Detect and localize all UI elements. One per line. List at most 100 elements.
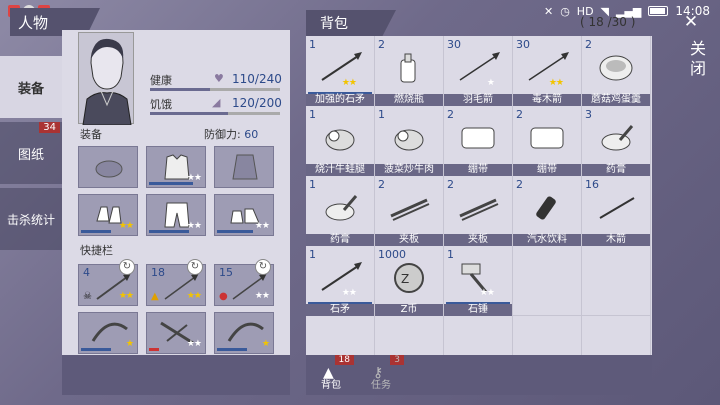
inventory-item[interactable]: 30 ★ 羽毛箭 bbox=[444, 36, 513, 106]
bag-title: 背包 bbox=[306, 10, 396, 36]
rarity-stars: ★★ bbox=[118, 291, 134, 301]
quickbar-slot-5[interactable]: ★★ bbox=[146, 312, 206, 354]
molotov-icon bbox=[400, 53, 416, 83]
rarity-stars: ★★ bbox=[254, 221, 270, 231]
character-panel-footer bbox=[62, 355, 290, 395]
tab-kill-stats[interactable]: 击杀统计 bbox=[0, 188, 62, 250]
rarity-stars: ★★ bbox=[341, 288, 357, 298]
quickbar-slot-3[interactable]: 15 ↻ ● ★★ bbox=[214, 259, 274, 306]
item-name: 药膏 bbox=[582, 164, 650, 176]
item-name: 蘑菇鸡蛋羹 bbox=[582, 94, 650, 106]
item-name: 夹板 bbox=[375, 234, 443, 246]
health-label: 健康 bbox=[150, 74, 172, 87]
inventory-item[interactable]: 1 烧汁牛蛙腿 bbox=[306, 106, 375, 176]
splint-icon bbox=[390, 198, 430, 221]
poison-icon: ● bbox=[219, 291, 228, 302]
inventory-item[interactable]: 2 绷带 bbox=[513, 106, 582, 176]
rarity-stars: ★★ bbox=[254, 291, 270, 301]
item-name: 药膏 bbox=[306, 234, 374, 246]
rarity-stars: ★★ bbox=[186, 221, 202, 231]
item-count: 2 bbox=[516, 178, 523, 191]
item-count: 1 bbox=[309, 108, 316, 121]
item-count: 1 bbox=[309, 178, 316, 191]
inventory-slot-empty[interactable] bbox=[582, 246, 651, 316]
item-count: 3 bbox=[585, 108, 592, 121]
quickbar-slot-4[interactable]: ★ bbox=[78, 312, 138, 354]
item-count: 2 bbox=[447, 108, 454, 121]
inventory-item[interactable]: 30 ★★ 毒木箭 bbox=[513, 36, 582, 106]
quickbar-slot-1[interactable]: 4 ↻ ☠ ★★ bbox=[78, 259, 138, 306]
inventory-item[interactable]: 2 汽水饮料 bbox=[513, 176, 582, 246]
inventory-item[interactable]: 1 ★★ 石矛 bbox=[306, 246, 375, 316]
item-name: 羽毛箭 bbox=[444, 94, 512, 106]
item-count: 1 bbox=[447, 248, 454, 261]
inventory-item[interactable]: 1 药膏 bbox=[306, 176, 375, 246]
item-name: 绷带 bbox=[444, 164, 512, 176]
defense-label: 防御力: 60 bbox=[204, 128, 259, 141]
inventory-item[interactable]: 1 菠菜炒牛肉 bbox=[375, 106, 444, 176]
skull-icon: ☠ bbox=[83, 291, 92, 302]
hunger-icon: ◢ bbox=[212, 96, 221, 109]
health-value: 110/240 bbox=[232, 72, 282, 86]
item-name: 燃烧瓶 bbox=[375, 94, 443, 106]
rarity-stars: ★★ bbox=[118, 221, 134, 231]
item-name: Z币 bbox=[375, 304, 443, 316]
quickbar-slot-6[interactable]: ★ bbox=[214, 312, 274, 354]
equip-slot-boots[interactable]: ★★ bbox=[214, 194, 274, 236]
inventory-item[interactable]: 2 蘑菇鸡蛋羹 bbox=[582, 36, 651, 106]
swap-icon[interactable]: ↻ bbox=[255, 259, 271, 275]
item-name: 加强的石矛 bbox=[306, 94, 374, 106]
inventory-item[interactable]: 16 木箭 bbox=[582, 176, 651, 246]
item-count: 2 bbox=[585, 38, 592, 51]
inventory-item[interactable]: 2 夹板 bbox=[444, 176, 513, 246]
inventory-item[interactable]: 2 燃烧瓶 bbox=[375, 36, 444, 106]
arrow-icon bbox=[459, 52, 500, 81]
quickbar-label: 快捷栏 bbox=[80, 244, 113, 257]
tab-equipment[interactable]: 装备 bbox=[0, 56, 62, 118]
bandage-icon bbox=[461, 127, 495, 149]
equip-slot-pants[interactable]: ★★ bbox=[146, 194, 206, 236]
egg-custard-icon bbox=[599, 55, 633, 81]
item-name: 木箭 bbox=[582, 234, 650, 246]
mute-icon: ✕ bbox=[543, 4, 554, 18]
rarity-stars: ★★ bbox=[186, 173, 202, 183]
rarity-stars: ★★ bbox=[186, 339, 202, 349]
swap-icon[interactable]: ↻ bbox=[187, 259, 203, 275]
tab-bag[interactable]: 18 ▲ 背包 bbox=[306, 355, 356, 395]
bandage-icon bbox=[530, 127, 564, 149]
alarm-icon: ◷ bbox=[560, 4, 570, 18]
inventory-item[interactable]: 2 夹板 bbox=[375, 176, 444, 246]
equip-slot-cloak[interactable] bbox=[214, 146, 274, 188]
tab-blueprints[interactable]: 图纸 34 bbox=[0, 122, 62, 184]
item-count: 2 bbox=[378, 38, 385, 51]
fire-icon: ▲ bbox=[151, 291, 159, 302]
inventory-item[interactable]: 3 药膏 bbox=[582, 106, 651, 176]
close-button[interactable]: 关闭 bbox=[684, 40, 708, 80]
hunger-value: 120/200 bbox=[232, 96, 282, 110]
health-bar bbox=[150, 88, 280, 91]
rarity-stars: ★★ bbox=[548, 78, 564, 88]
close-icon[interactable]: ✕ bbox=[676, 12, 706, 32]
equip-slot-gloves[interactable]: ★★ bbox=[78, 194, 138, 236]
quest-badge: 3 bbox=[390, 355, 404, 365]
inventory-item[interactable]: 1000 Z Z币 bbox=[375, 246, 444, 316]
equip-slot-body[interactable]: ★★ bbox=[146, 146, 206, 188]
inventory-slot-empty[interactable] bbox=[513, 246, 582, 316]
swap-icon[interactable]: ↻ bbox=[119, 259, 135, 275]
inventory-item[interactable]: 2 绷带 bbox=[444, 106, 513, 176]
rarity-stars: ★ bbox=[486, 78, 495, 88]
svg-text:Z: Z bbox=[401, 272, 409, 286]
rarity-stars: ★★ bbox=[479, 288, 495, 298]
item-name: 石锤 bbox=[444, 304, 512, 316]
inventory-item[interactable]: 1 ★★ 石锤 bbox=[444, 246, 513, 316]
item-name: 毒木箭 bbox=[513, 94, 581, 106]
item-count: 1 bbox=[309, 38, 316, 51]
item-count: 2 bbox=[378, 178, 385, 191]
inventory-item[interactable]: 1 ★★ 加强的石矛 bbox=[306, 36, 375, 106]
equipment-label: 装备 bbox=[80, 128, 102, 141]
character-portrait bbox=[78, 32, 134, 126]
equip-slot-head[interactable] bbox=[78, 146, 138, 188]
rarity-stars: ★★ bbox=[186, 291, 202, 301]
tab-quests[interactable]: 3 ⚷ 任务 bbox=[356, 355, 406, 395]
quickbar-slot-2[interactable]: 18 ↻ ▲ ★★ bbox=[146, 259, 206, 306]
